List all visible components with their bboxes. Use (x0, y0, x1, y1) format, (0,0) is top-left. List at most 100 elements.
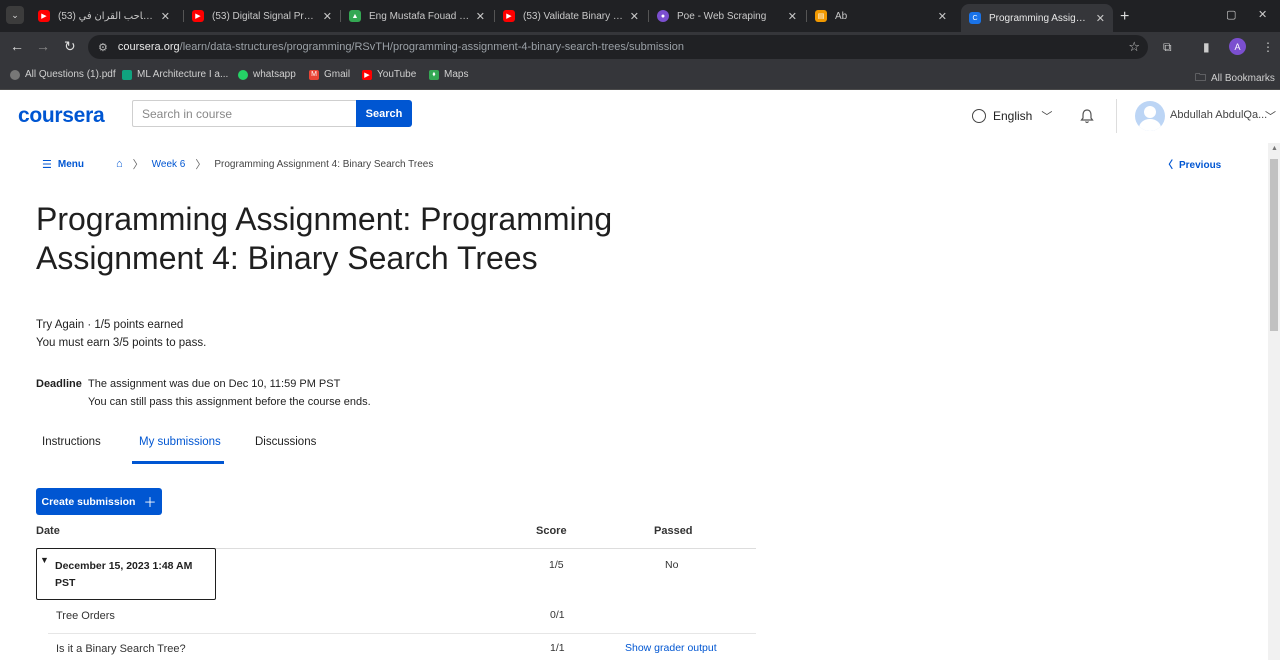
browser-tab[interactable]: ● Poe - Web Scraping ✕ (649, 4, 805, 28)
all-bookmarks[interactable]: 🗀 All Bookmarks (1195, 69, 1275, 88)
tab-search-chevron-icon[interactable]: ⌄ (6, 6, 24, 24)
deadline-label: Deadline (36, 378, 82, 390)
previous-button[interactable]: 〈 Previous (1163, 156, 1221, 171)
reload-icon[interactable]: ↻ (64, 38, 76, 55)
close-icon[interactable]: ✕ (476, 10, 485, 23)
url-path: /learn/data-structures/programming/RSvTH… (179, 41, 684, 53)
user-avatar[interactable] (1135, 101, 1165, 131)
breadcrumb: ☰ Menu ⌂ 〉 Week 6 〉 Programming Assignmen… (42, 156, 433, 172)
google-drive-icon: ▲ (349, 10, 361, 22)
bookmark-label: ML Architecture I a... (137, 69, 229, 80)
deadline-text: The assignment was due on Dec 10, 11:59 … (88, 378, 341, 390)
notification-bell-icon[interactable] (1079, 108, 1095, 124)
youtube-icon: ▶ (503, 10, 515, 22)
youtube-icon: ▶ (192, 10, 204, 22)
user-name[interactable]: Abdullah AbdulQa... (1170, 109, 1267, 121)
bookmark-label: YouTube (377, 69, 417, 80)
bookmark-label: All Questions (1).pdf (25, 69, 116, 80)
window-close-icon[interactable]: ✕ (1258, 8, 1267, 21)
column-header-date: Date (36, 525, 60, 537)
tab-discussions[interactable]: Discussions (255, 436, 316, 448)
close-icon[interactable]: ✕ (938, 10, 947, 23)
plus-icon: ＋ (143, 495, 157, 510)
submission-toggle[interactable]: ▼ December 15, 2023 1:48 AM PST (36, 548, 216, 600)
globe-icon (10, 69, 20, 80)
tab-my-submissions[interactable]: My submissions (139, 436, 221, 448)
previous-label: Previous (1179, 160, 1222, 171)
openai-icon (122, 69, 132, 80)
side-panel-icon[interactable]: ▮ (1203, 40, 1210, 54)
grade-status: Try Again · 1/5 points earned (36, 319, 184, 331)
breadcrumb-week-link[interactable]: Week 6 (152, 159, 186, 170)
browser-tab[interactable]: ▲ Eng Mustafa Fouad - Goo ✕ (341, 4, 493, 28)
menu-label: Menu (57, 158, 84, 170)
kebab-menu-icon[interactable]: ⋮ (1262, 40, 1274, 54)
chevron-right-icon: 〉 (195, 159, 207, 171)
bookmark-item[interactable]: ⬧ Maps (429, 69, 468, 80)
bookmark-star-icon[interactable]: ☆ (1128, 39, 1140, 55)
chevron-right-icon: 〉 (132, 159, 144, 171)
close-icon[interactable]: ✕ (161, 10, 170, 23)
bookmark-item[interactable]: whatsapp (238, 69, 296, 80)
column-header-score: Score (536, 525, 567, 537)
extensions-icon[interactable]: ⧉ (1163, 40, 1172, 55)
bookmark-item[interactable]: ML Architecture I a... (122, 69, 228, 80)
row-divider (48, 633, 756, 634)
home-icon[interactable]: ⌂ (116, 158, 123, 170)
close-icon[interactable]: ✕ (1096, 12, 1105, 25)
menu-button[interactable]: ☰ Menu (42, 158, 84, 171)
tab-instructions[interactable]: Instructions (42, 436, 101, 448)
close-icon[interactable]: ✕ (323, 10, 332, 23)
page-title: Programming Assignment: Programming Assi… (36, 201, 613, 276)
submission-date: December 15, 2023 1:48 AM PST (55, 560, 193, 589)
minimize-icon[interactable]: ▢ (1226, 8, 1236, 21)
address-bar[interactable]: ⚙ coursera.org/learn/data-structures/pro… (88, 35, 1148, 59)
coursera-icon: C (969, 12, 981, 24)
browser-tab[interactable]: ▶ (53) إراي تصاحب القرآن في ✕ (30, 4, 178, 28)
browser-tab-title: Eng Mustafa Fouad - Goo (369, 10, 470, 22)
forward-arrow-icon[interactable]: → (36, 38, 50, 54)
bookmark-item[interactable]: M Gmail (309, 69, 350, 80)
close-icon[interactable]: ✕ (630, 10, 639, 23)
browser-tab[interactable]: ▶ (53) Digital Signal Process ✕ (184, 4, 340, 28)
new-tab-icon[interactable]: + (1120, 8, 1129, 26)
site-settings-icon[interactable]: ⚙ (98, 41, 108, 54)
search-input[interactable]: Search in course (132, 100, 356, 127)
globe-icon (972, 109, 986, 123)
search-button[interactable]: Search (356, 100, 412, 127)
bookmark-item[interactable]: All Questions (1).pdf (10, 69, 116, 80)
part-name: Tree Orders (56, 610, 115, 622)
maps-icon: ⬧ (429, 69, 439, 80)
gmail-icon: M (309, 69, 319, 80)
chevron-down-icon: ﹀ (1041, 111, 1053, 123)
folder-icon: 🗀 (1195, 72, 1206, 84)
active-tab-indicator (132, 461, 224, 464)
pass-requirement: You must earn 3/5 points to pass. (36, 337, 207, 349)
coursera-logo[interactable]: coursera (18, 104, 105, 128)
language-selector[interactable]: English ﹀ (972, 108, 1052, 124)
page-scrollbar[interactable]: ▲ (1268, 143, 1280, 660)
browser-tab[interactable]: ▤ Ab ✕ (807, 4, 955, 28)
document-icon: ▤ (815, 10, 827, 22)
chevron-down-icon[interactable]: ﹀ (1265, 108, 1276, 124)
close-icon[interactable]: ✕ (788, 10, 797, 23)
browser-tab[interactable]: ▶ (53) Validate Binary Search ✕ (495, 4, 647, 28)
deadline-info: Deadline The assignment was due on Dec 10… (36, 375, 371, 411)
profile-avatar[interactable]: A (1229, 38, 1246, 55)
browser-tab-title: Poe - Web Scraping (677, 10, 767, 22)
browser-tab-title: Programming Assignment (989, 12, 1090, 24)
coursera-header: coursera Search in course Search English… (0, 91, 1280, 143)
browser-tab-bar: ⌄ ▶ (53) إراي تصاحب القرآن في ✕ ▶ (53) D… (0, 0, 1280, 32)
back-arrow-icon[interactable]: ← (10, 38, 24, 54)
show-grader-output-link[interactable]: Show grader output (625, 642, 717, 654)
scrollbar-thumb[interactable] (1270, 159, 1278, 331)
submission-score: 1/5 (549, 559, 564, 571)
language-label: English (993, 109, 1033, 123)
browser-tab-active[interactable]: C Programming Assignment ✕ (961, 4, 1113, 32)
youtube-icon: ▶ (38, 10, 50, 22)
bookmark-item[interactable]: ▶ YouTube (362, 69, 416, 80)
url-text: coursera.org/learn/data-structures/progr… (118, 41, 684, 53)
create-submission-button[interactable]: Create submission ＋ (36, 488, 162, 515)
scroll-up-icon[interactable]: ▲ (1271, 145, 1278, 152)
bookmarks-bar: All Questions (1).pdf ML Architecture I … (0, 62, 1280, 90)
